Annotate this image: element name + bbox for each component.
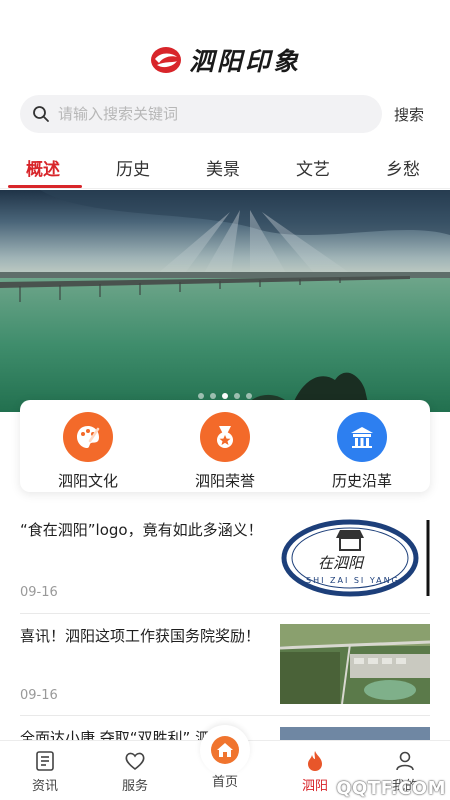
home-icon [211, 736, 239, 764]
news-thumbnail: 在泗阳 SHI ZAI SI YANG [280, 518, 430, 598]
quick-link-honors[interactable]: 泗阳荣誉 [170, 412, 280, 491]
app-title: 泗阳印象 [188, 47, 301, 76]
quick-links-card: 泗阳文化 泗阳荣誉 历史沿革 [20, 400, 430, 492]
quick-link-history[interactable]: 历史沿革 [307, 412, 417, 491]
news-title: 喜讯！泗阳这项工作获国务院奖励！ [20, 627, 261, 645]
carousel-dot-active[interactable] [222, 393, 228, 399]
tab-scenery[interactable]: 美景 [206, 155, 240, 180]
news-title: “食在泗阳”logo，竟有如此多涵义！ [20, 521, 263, 539]
nav-label: 服务 [121, 779, 148, 794]
tab-history[interactable]: 历史 [116, 155, 150, 180]
carousel-banner[interactable] [0, 190, 450, 412]
carousel-dot[interactable] [198, 393, 204, 399]
thumbnail-logo-text: 在泗阳 [318, 554, 364, 572]
palette-icon [63, 412, 113, 462]
heart-icon [125, 752, 145, 771]
thumbnail-logo-ring-text: SHI ZAI SI YANG [306, 576, 400, 585]
nav-label: 首页 [211, 775, 238, 790]
quick-link-label: 历史沿革 [331, 472, 392, 490]
quick-link-label: 泗阳荣誉 [194, 472, 255, 490]
watermark: QQTF.COM [336, 778, 446, 799]
news-icon [36, 751, 54, 771]
news-thumbnail [280, 624, 430, 704]
nav-service[interactable]: 服务 [90, 749, 180, 794]
medal-icon [200, 412, 250, 462]
search-icon [33, 106, 49, 122]
search-button[interactable]: 搜索 [394, 104, 424, 125]
lake-bridge-image [0, 190, 450, 412]
carousel-dot[interactable] [210, 393, 216, 399]
nav-label: 泗阳 [301, 779, 328, 794]
news-thumbnail [280, 726, 430, 740]
search-input[interactable] [58, 105, 358, 123]
carousel-dot[interactable] [234, 393, 240, 399]
news-date: 09-16 [20, 585, 58, 600]
carousel-indicator [0, 393, 450, 399]
news-item[interactable]: “食在泗阳”logo，竟有如此多涵义！ 09-16 在泗阳 SHI ZAI SI… [20, 518, 430, 614]
carousel-dot[interactable] [246, 393, 252, 399]
tab-arts[interactable]: 文艺 [296, 155, 330, 180]
active-tab-indicator [8, 185, 82, 188]
news-item[interactable]: 喜讯！泗阳这项工作获国务院奖励！ 09-16 [20, 624, 430, 716]
news-date: 09-16 [20, 688, 58, 703]
nav-label: 资讯 [31, 779, 58, 794]
nav-news[interactable]: 资讯 [0, 749, 90, 794]
quick-link-culture[interactable]: 泗阳文化 [33, 412, 143, 491]
search-field[interactable] [20, 95, 382, 133]
temple-icon [337, 412, 387, 462]
flame-icon [308, 751, 322, 771]
category-tabs: 概述 历史 美景 文艺 乡愁 [0, 145, 450, 189]
search-bar: 搜索 [20, 95, 432, 133]
app-logo: 泗阳印象 [0, 40, 450, 80]
user-icon [396, 751, 414, 771]
tab-overview[interactable]: 概述 [26, 155, 60, 180]
quick-link-label: 泗阳文化 [57, 472, 118, 490]
tab-nostalgia[interactable]: 乡愁 [386, 155, 420, 180]
nav-home[interactable]: 首页 [180, 735, 270, 790]
logo-icon [150, 47, 181, 73]
